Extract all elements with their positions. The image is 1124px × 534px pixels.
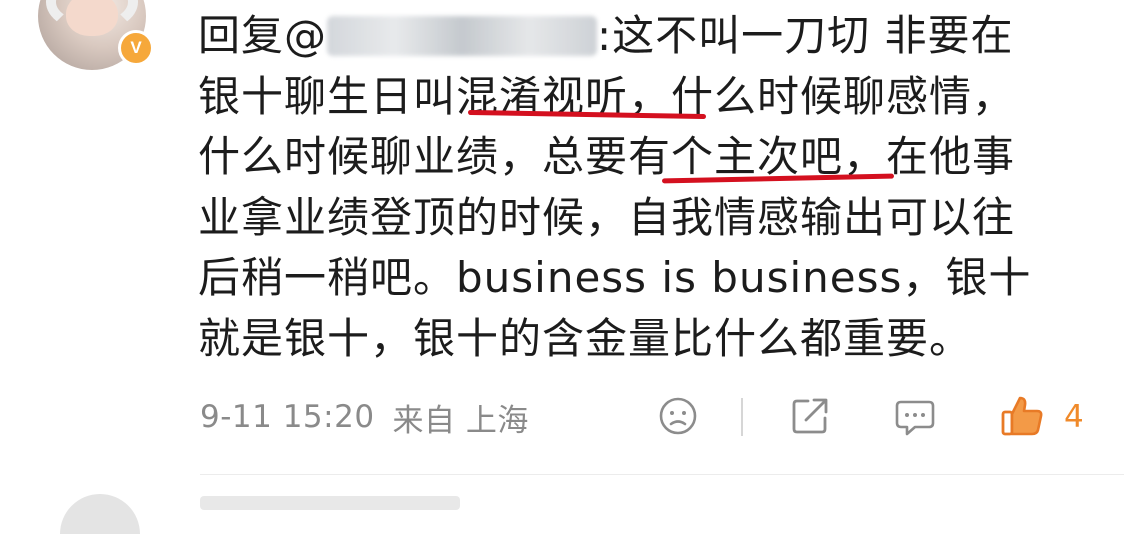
comment-line-2b: 什么时候聊感情， (671, 71, 1016, 121)
comment-line-4: 业拿业绩登顶的时候，自我情感输出可以往 (198, 192, 1016, 242)
reply-mention[interactable]: 回复@ (198, 11, 327, 60)
comment-location: 来自 上海 (392, 402, 529, 439)
like-icon[interactable] (1000, 394, 1044, 438)
comment-line-3: 什么时候聊业绩，总要有个主次吧，在他事 (198, 127, 1098, 188)
comment-icon[interactable] (893, 394, 937, 438)
verified-badge-icon: V (118, 30, 154, 66)
blurred-username (327, 16, 598, 56)
comment-line-1-text: :这不叫一刀切 非要在 (597, 11, 1014, 60)
comment-text: 回复@:这不叫一刀切 非要在 银十聊生日叫混淆视听，什么时候聊感情， 什么时候聊… (198, 6, 1098, 369)
action-separator (741, 398, 743, 436)
share-icon[interactable] (788, 394, 832, 438)
comment-meta: 9-11 15:20 来自 上海 (200, 395, 529, 439)
avatar-face (66, 0, 118, 36)
like-count: 4 (1064, 399, 1084, 435)
comment-divider (200, 474, 1124, 475)
comment-line-6: 就是银十，银十的含金量比什么都重要。 (198, 313, 973, 363)
comment-line-1: 回复@ :这不叫一刀切 非要在 (198, 6, 1098, 67)
comment-line-3a: 什么时候聊业绩，总要 (198, 132, 629, 181)
comment-line-5: 后稍一稍吧。business is business，银十 (198, 253, 1032, 302)
comment-line-2a: 银十聊生日叫 (198, 71, 457, 121)
highlight-phrase-2: 有个主次吧 (628, 132, 844, 181)
next-comment-preview (200, 496, 460, 510)
next-comment-avatar (60, 494, 140, 534)
comment-time: 9-11 15:20 (200, 399, 375, 435)
emoji-icon[interactable] (656, 394, 700, 438)
